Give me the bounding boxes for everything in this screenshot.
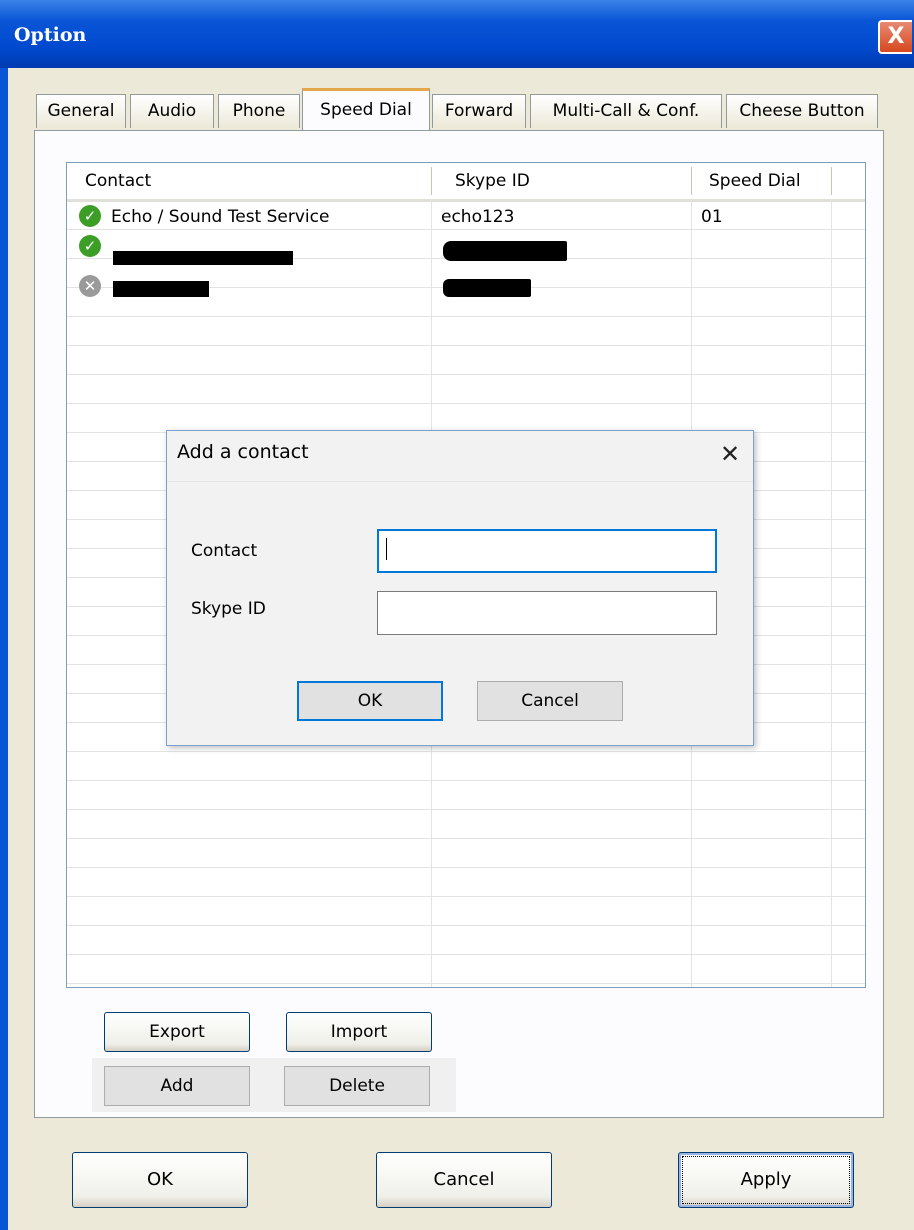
apply-button[interactable]: Apply: [678, 1152, 854, 1208]
row-gridline: [67, 374, 865, 375]
skype-id-label: Skype ID: [191, 599, 266, 619]
dialog-ok-button[interactable]: OK: [297, 681, 443, 721]
window-title: Option: [14, 24, 87, 46]
row-gridline: [67, 751, 865, 752]
online-status-icon: ✓: [79, 205, 101, 227]
header-divider: [831, 167, 832, 195]
text-cursor: [386, 538, 387, 560]
close-icon[interactable]: X: [878, 20, 912, 54]
dialog-divider: [167, 481, 753, 482]
column-header-skype-id[interactable]: Skype ID: [437, 163, 691, 199]
row-gridline: [67, 867, 865, 868]
column-header-contact[interactable]: Contact: [67, 163, 431, 199]
delete-button[interactable]: Delete: [284, 1066, 430, 1106]
add-contact-dialog: Add a contact ✕ Contact Skype ID OK Canc…: [166, 430, 754, 746]
tab-audio[interactable]: Audio: [130, 94, 214, 128]
window-frame: [0, 68, 8, 1230]
add-button[interactable]: Add: [104, 1066, 250, 1106]
contact-input[interactable]: [377, 529, 717, 573]
row-gridline: [67, 838, 865, 839]
cancel-button[interactable]: Cancel: [376, 1152, 552, 1208]
offline-status-icon: ✕: [79, 275, 101, 297]
dialog-cancel-button[interactable]: Cancel: [477, 681, 623, 721]
tab-phone[interactable]: Phone: [218, 94, 300, 128]
header-divider: [431, 167, 432, 195]
row-gridline: [67, 896, 865, 897]
row-gridline: [67, 983, 865, 984]
redacted-contact-name: [113, 281, 209, 297]
tab-speed-dial[interactable]: Speed Dial: [302, 88, 430, 130]
redacted-skype-id: [443, 279, 531, 297]
redacted-skype-id: [443, 241, 567, 261]
import-button[interactable]: Import: [286, 1012, 432, 1052]
contact-name-cell: Echo / Sound Test Service: [111, 207, 330, 227]
export-button[interactable]: Export: [104, 1012, 250, 1052]
row-gridline: [67, 403, 865, 404]
tab-multi-call-conf[interactable]: Multi-Call & Conf.: [530, 94, 722, 128]
row-gridline: [67, 229, 865, 230]
redacted-contact-name: [113, 251, 293, 265]
tab-forward[interactable]: Forward: [432, 94, 526, 128]
row-gridline: [67, 345, 865, 346]
online-status-icon: ✓: [79, 235, 101, 257]
skype-id-input[interactable]: [377, 591, 717, 635]
row-gridline: [67, 954, 865, 955]
close-icon[interactable]: ✕: [713, 437, 747, 471]
row-gridline: [67, 925, 865, 926]
ok-button[interactable]: OK: [72, 1152, 248, 1208]
speed-dial-cell: 01: [701, 207, 723, 227]
column-header-speed-dial[interactable]: Speed Dial: [691, 163, 831, 199]
column-gridline: [831, 199, 832, 987]
row-gridline: [67, 780, 865, 781]
list-header: Contact Skype ID Speed Dial: [67, 163, 865, 202]
dialog-title: Add a contact: [177, 441, 309, 463]
title-bar: Option X: [0, 0, 914, 68]
row-gridline: [67, 316, 865, 317]
skype-id-cell: echo123: [441, 207, 515, 227]
tab-general[interactable]: General: [36, 94, 126, 128]
contact-label: Contact: [191, 541, 258, 561]
row-gridline: [67, 809, 865, 810]
tab-cheese-button[interactable]: Cheese Button: [726, 94, 878, 128]
